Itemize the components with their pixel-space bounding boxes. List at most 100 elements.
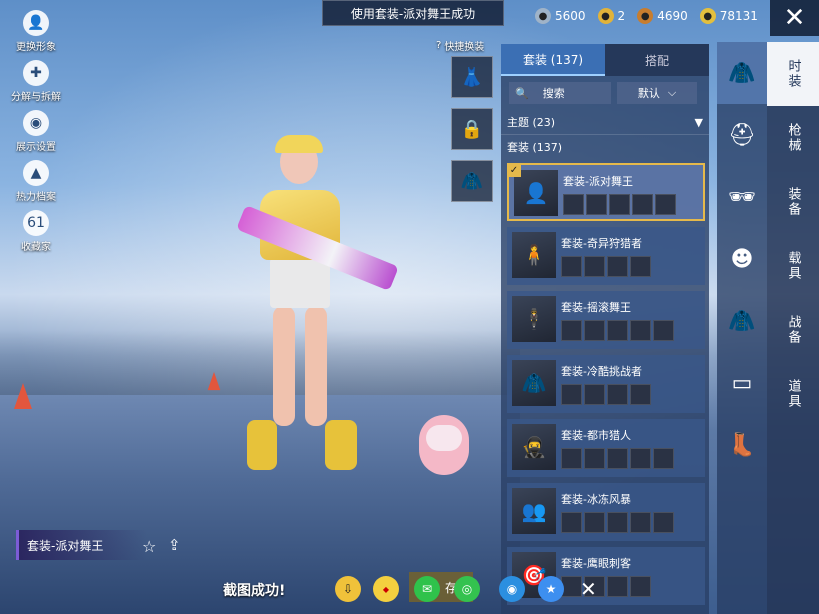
outfit-piece-icon [607, 576, 628, 597]
outfit-title: 套装-都市猎人 [561, 429, 631, 442]
flame-icon: ▲ [23, 160, 49, 186]
outfit-piece-icon [653, 512, 674, 533]
outfit-card[interactable]: 🥷 套装-都市猎人 [507, 419, 705, 477]
outfit-piece-icon [607, 448, 628, 469]
tab-outfits[interactable]: 套装 (137) [501, 44, 605, 76]
game-share-icon[interactable]: ◆ [373, 576, 399, 602]
currency-value: 78131 [719, 9, 758, 23]
outfit-piece-icon [607, 512, 628, 533]
outfit-piece-icon [586, 194, 607, 215]
left-menu-item[interactable]: 61 收藏家 [8, 210, 64, 253]
left-menu-item[interactable]: ▲ 热力档案 [8, 160, 64, 203]
category-tab[interactable]: 道具 [767, 362, 819, 426]
outfit-title: 套装-冷酷挑战者 [561, 365, 642, 378]
chevron-down-icon: ⌵ [667, 86, 677, 99]
outfit-piece-icon [584, 512, 605, 533]
category-tab[interactable]: 战备 [767, 298, 819, 362]
outfit-card[interactable]: ✓ 👤 套装-派对舞王 [507, 163, 705, 221]
outfit-card[interactable]: 🕴 套装-摇滚舞王 [507, 291, 705, 349]
moments-icon[interactable]: ◎ [454, 576, 480, 602]
outfit-thumbnail: 🕴 [512, 296, 556, 342]
toast-notification: 使用套装-派对舞王成功 [322, 0, 504, 26]
section-theme[interactable]: 主题 (23) ▼ [501, 110, 709, 134]
left-menu-label: 热力档案 [16, 192, 56, 203]
outfit-piece-icon [609, 194, 630, 215]
category-tab[interactable]: 枪械 [767, 106, 819, 170]
outfit-card[interactable]: 🧍 套装-奇异狩猎者 [507, 227, 705, 285]
outfit-piece-icon [561, 384, 582, 405]
caret-down-icon: ▼ [694, 115, 703, 129]
outfit-thumbnail: 👥 [512, 488, 556, 534]
left-menu-label: 展示设置 [16, 142, 56, 153]
left-menu-item[interactable]: ✚ 分解与拆解 [8, 60, 64, 103]
left-menu-label: 分解与拆解 [11, 92, 61, 103]
sort-dropdown[interactable]: 默认 ⌵ [617, 82, 697, 104]
outfit-piece-icon [630, 576, 651, 597]
category-tab[interactable]: 时装 [767, 42, 819, 106]
currency-value: 4690 [657, 9, 688, 23]
medal-icon: ● [597, 8, 614, 24]
coin-icon: ● [637, 8, 654, 24]
outfit-thumbnail: 🥷 [512, 424, 556, 470]
outfit-piece-icon [561, 320, 582, 341]
quick-slot-outfit[interactable]: 👗 [451, 56, 493, 98]
currency-item: ● 2 [597, 8, 625, 24]
outfit-piece-icon [607, 256, 628, 277]
currency-item: ● 78131 [699, 8, 758, 24]
section-outfits: 套装 (137) [501, 134, 709, 159]
currency-item: ● 5600 [535, 8, 586, 24]
outfit-piece-icon [630, 512, 651, 533]
outfit-piece-icon [630, 320, 651, 341]
outfit-card[interactable]: 🎯 套装-鹰眼刺客 [507, 547, 705, 605]
star-icon[interactable]: ☆ [142, 537, 156, 556]
quick-change-label[interactable]: ? 快捷换装 [436, 38, 484, 53]
close-share-icon[interactable]: ✕ [580, 577, 597, 601]
left-menu-item[interactable]: 👤 更换形象 [8, 10, 64, 53]
outfit-card[interactable]: 👥 套装-冰冻风暴 [507, 483, 705, 541]
outfit-card[interactable]: 🧥 套装-冷酷挑战者 [507, 355, 705, 413]
close-button[interactable]: ✕ [770, 0, 819, 36]
category-tab[interactable]: 载具 [767, 234, 819, 298]
traffic-cone [14, 383, 32, 409]
category-tab[interactable]: 装备 [767, 170, 819, 234]
quick-slot-wardrobe[interactable]: 🧥 [451, 160, 493, 202]
check-icon: ✓ [507, 163, 521, 177]
left-menu-label: 收藏家 [21, 242, 51, 253]
outfit-piece-icon [561, 512, 582, 533]
qq-icon[interactable]: ◉ [499, 576, 525, 602]
left-menu-item[interactable]: ◉ 展示设置 [8, 110, 64, 153]
panel-tabs: 套装 (137) 搭配 [501, 44, 709, 76]
wechat-icon[interactable]: ✉ [414, 576, 440, 602]
goggles-icon[interactable]: 🕶 [717, 166, 767, 228]
bolt-icon: ● [699, 8, 716, 24]
puzzle-icon: ✚ [23, 60, 49, 86]
outfit-title: 套装-冰冻风暴 [561, 493, 631, 506]
outfit-category-icon[interactable]: 🧥 [717, 42, 767, 104]
outfit-piece-icon [632, 194, 653, 215]
shorts-icon[interactable]: ▭ [717, 352, 767, 414]
tab-match[interactable]: 搭配 [605, 44, 709, 76]
download-icon[interactable]: ⇩ [335, 576, 361, 602]
outfit-piece-icon [561, 448, 582, 469]
player-character[interactable] [225, 130, 399, 480]
mask-icon[interactable]: ☻ [717, 228, 767, 290]
outfit-panel: 套装 (137) 搭配 🔍 搜索 默认 ⌵ 主题 (23) ▼ 套装 (137)… [501, 44, 709, 614]
qzone-icon[interactable]: ★ [538, 576, 564, 602]
outfit-piece-icon [630, 384, 651, 405]
share-icon[interactable]: ⇪ [168, 536, 181, 554]
outfit-piece-icon [584, 448, 605, 469]
outfit-piece-icon [607, 320, 628, 341]
pet-companion[interactable] [414, 395, 474, 480]
outfit-piece-icon [653, 448, 674, 469]
search-input[interactable]: 🔍 搜索 [509, 82, 611, 104]
current-outfit-label: 套装-派对舞王 [16, 530, 147, 560]
help-icon: ? [436, 40, 442, 51]
outfit-title: 套装-奇异狩猎者 [561, 237, 642, 250]
jacket-icon[interactable]: 🧥 [717, 290, 767, 352]
outfit-title: 套装-摇滚舞王 [561, 301, 631, 314]
quick-slot-locked[interactable]: 🔒 [451, 108, 493, 150]
eye-icon: ◉ [23, 110, 49, 136]
boots-icon[interactable]: 👢 [717, 414, 767, 476]
helmet-icon[interactable]: ⛑ [717, 104, 767, 166]
left-menu-label: 更换形象 [16, 42, 56, 53]
